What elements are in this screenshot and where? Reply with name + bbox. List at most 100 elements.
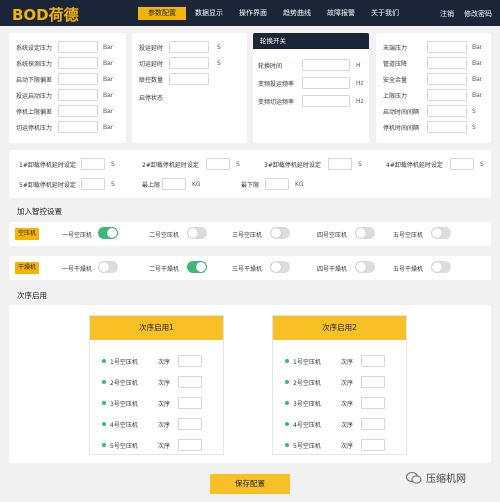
field-label: 联控数量	[139, 76, 164, 84]
order-label: 次序	[341, 358, 354, 366]
change-password-link[interactable]: 修改密码	[464, 9, 492, 19]
top-navigation-bar: BOD荷德 参数配置 数据显示 操作界面 趋势曲线 故障报警 关于我们 注销 修…	[0, 0, 500, 26]
run-delay-input[interactable]	[169, 41, 209, 53]
unit-label: Bar	[103, 59, 114, 67]
sequence-panel: 次序启用1 1号空压机 次序 2号空压机 次序 3号空压机 次序 4号空压机 次序 5号…	[9, 305, 491, 463]
seq2-row-2-order-input[interactable]	[361, 376, 385, 388]
seq1-row-2-order-input[interactable]	[178, 376, 202, 388]
unload-delay-2-input[interactable]	[206, 158, 230, 170]
stop-upper-deviation-input[interactable]	[58, 105, 98, 117]
nav-tab-operation[interactable]: 操作界面	[232, 7, 274, 20]
status-dot	[102, 359, 106, 363]
start-lower-deviation-input[interactable]	[58, 73, 98, 85]
upper-pressure-input[interactable]	[427, 89, 467, 101]
unit-label: S	[217, 59, 221, 67]
compressor-4-toggle[interactable]	[355, 227, 375, 239]
watermark-text: 压缩机网	[426, 474, 466, 485]
save-config-button[interactable]: 保存配置	[210, 474, 290, 494]
min-limit-input[interactable]	[265, 178, 289, 190]
status-dot	[285, 422, 289, 426]
status-dot	[102, 422, 106, 426]
safety-margin-input[interactable]	[427, 73, 467, 85]
vfd-cut-frequency-input[interactable]	[302, 95, 350, 107]
unit-label: S	[480, 160, 484, 168]
unit-label: S	[111, 180, 115, 188]
seq1-row-1-order-input[interactable]	[178, 355, 202, 367]
seq2-row-2-label: 2号空压机	[293, 379, 321, 387]
terminal-pressure-input[interactable]	[427, 41, 467, 53]
vfd-run-frequency-input[interactable]	[302, 77, 350, 89]
field-label: 切运延时	[139, 60, 164, 68]
dryer-5-toggle[interactable]	[431, 261, 451, 273]
nav-tab-parameter-config[interactable]: 参数配置	[138, 7, 186, 20]
delay-settings-panel: 投运延时 S 切运延时 S 联控数量 启停状态	[132, 33, 247, 143]
rotation-time-input[interactable]	[302, 59, 350, 71]
seq2-row-1-order-input[interactable]	[361, 355, 385, 367]
terminal-pressure-panel: 末端压力 Bar 管道压降 Bar 安全余量 Bar 上限压力 Bar 启动时间间隔 S …	[376, 33, 491, 143]
system-detect-pressure-input[interactable]	[58, 57, 98, 69]
unit-label: S	[111, 160, 115, 168]
field-label: 末端压力	[383, 44, 408, 52]
start-interval-input[interactable]	[427, 105, 467, 117]
compressor-3-toggle[interactable]	[270, 227, 290, 239]
compressor-5-label: 五号空压机	[393, 232, 424, 239]
logout-link[interactable]: 注销	[440, 9, 454, 19]
sequence-title: 次序启用	[17, 291, 47, 300]
nav-tab-alarm[interactable]: 故障报警	[320, 7, 362, 20]
linked-count-input[interactable]	[169, 73, 209, 85]
cut-stop-pressure-input[interactable]	[58, 121, 98, 133]
unload-delay-3-input[interactable]	[328, 158, 352, 170]
dryer-3-toggle[interactable]	[270, 261, 290, 273]
seq2-row-5-order-input[interactable]	[361, 439, 385, 451]
seq1-row-1-label: 1号空压机	[110, 358, 138, 366]
cut-delay-input[interactable]	[169, 57, 209, 69]
system-set-pressure-input[interactable]	[58, 41, 98, 53]
unit-label: S	[358, 160, 362, 168]
run-start-pressure-input[interactable]	[58, 89, 98, 101]
order-label: 次序	[341, 379, 354, 387]
nav-tab-data-display[interactable]: 数据显示	[188, 7, 230, 20]
seq1-row-5-order-input[interactable]	[178, 439, 202, 451]
seq1-row-5-label: 5号空压机	[110, 442, 138, 450]
dryer-1-toggle[interactable]	[98, 261, 118, 273]
dryer-2-toggle[interactable]	[187, 261, 207, 273]
dryer-tag: 干燥机	[15, 262, 39, 274]
seq2-row-4-order-input[interactable]	[361, 418, 385, 430]
unit-label: S	[217, 43, 221, 51]
seq1-row-3-order-input[interactable]	[178, 397, 202, 409]
order-label: 次序	[341, 421, 354, 429]
field-label: 3#卸载停机延时设定	[264, 161, 321, 169]
max-limit-input[interactable]	[162, 178, 186, 190]
dryer-4-toggle[interactable]	[355, 261, 375, 273]
unit-label: Hz	[356, 97, 364, 105]
compressor-2-toggle[interactable]	[187, 227, 207, 239]
wechat-icon	[406, 471, 422, 484]
main-nav: 参数配置 数据显示 操作界面 趋势曲线 故障报警 关于我们	[138, 7, 408, 20]
field-label: 切运停机压力	[16, 124, 53, 132]
compressor-5-toggle[interactable]	[431, 227, 451, 239]
dryer-5-label: 五号干燥机	[393, 266, 424, 273]
unload-delay-5-input[interactable]	[81, 178, 105, 190]
order-label: 次序	[341, 400, 354, 408]
brand-logo: BOD荷德	[12, 6, 79, 24]
unit-label: KG	[192, 180, 201, 188]
unload-delay-1-input[interactable]	[81, 158, 105, 170]
order-label: 次序	[158, 379, 171, 387]
unload-delay-4-input[interactable]	[450, 158, 474, 170]
compressor-1-toggle[interactable]	[98, 227, 118, 239]
unit-label: S	[472, 123, 476, 131]
pipe-pressure-drop-input[interactable]	[427, 57, 467, 69]
unit-label: Bar	[472, 59, 483, 67]
nav-tab-trend[interactable]: 趋势曲线	[276, 7, 318, 20]
seq2-row-3-order-input[interactable]	[361, 397, 385, 409]
seq1-row-4-order-input[interactable]	[178, 418, 202, 430]
compressor-4-label: 四号空压机	[317, 232, 348, 239]
stop-interval-input[interactable]	[427, 121, 467, 133]
field-label: 1#卸载停机延时设定	[19, 161, 76, 169]
field-label: 最上限	[142, 181, 161, 189]
start-stop-status-label: 启停状态	[139, 95, 164, 102]
seq2-row-5-label: 5号空压机	[293, 442, 321, 450]
rotation-switch-header[interactable]: 轮换开关	[253, 33, 369, 49]
nav-tab-about[interactable]: 关于我们	[364, 7, 406, 20]
field-label: 5#卸载停机延时设定	[19, 181, 76, 189]
